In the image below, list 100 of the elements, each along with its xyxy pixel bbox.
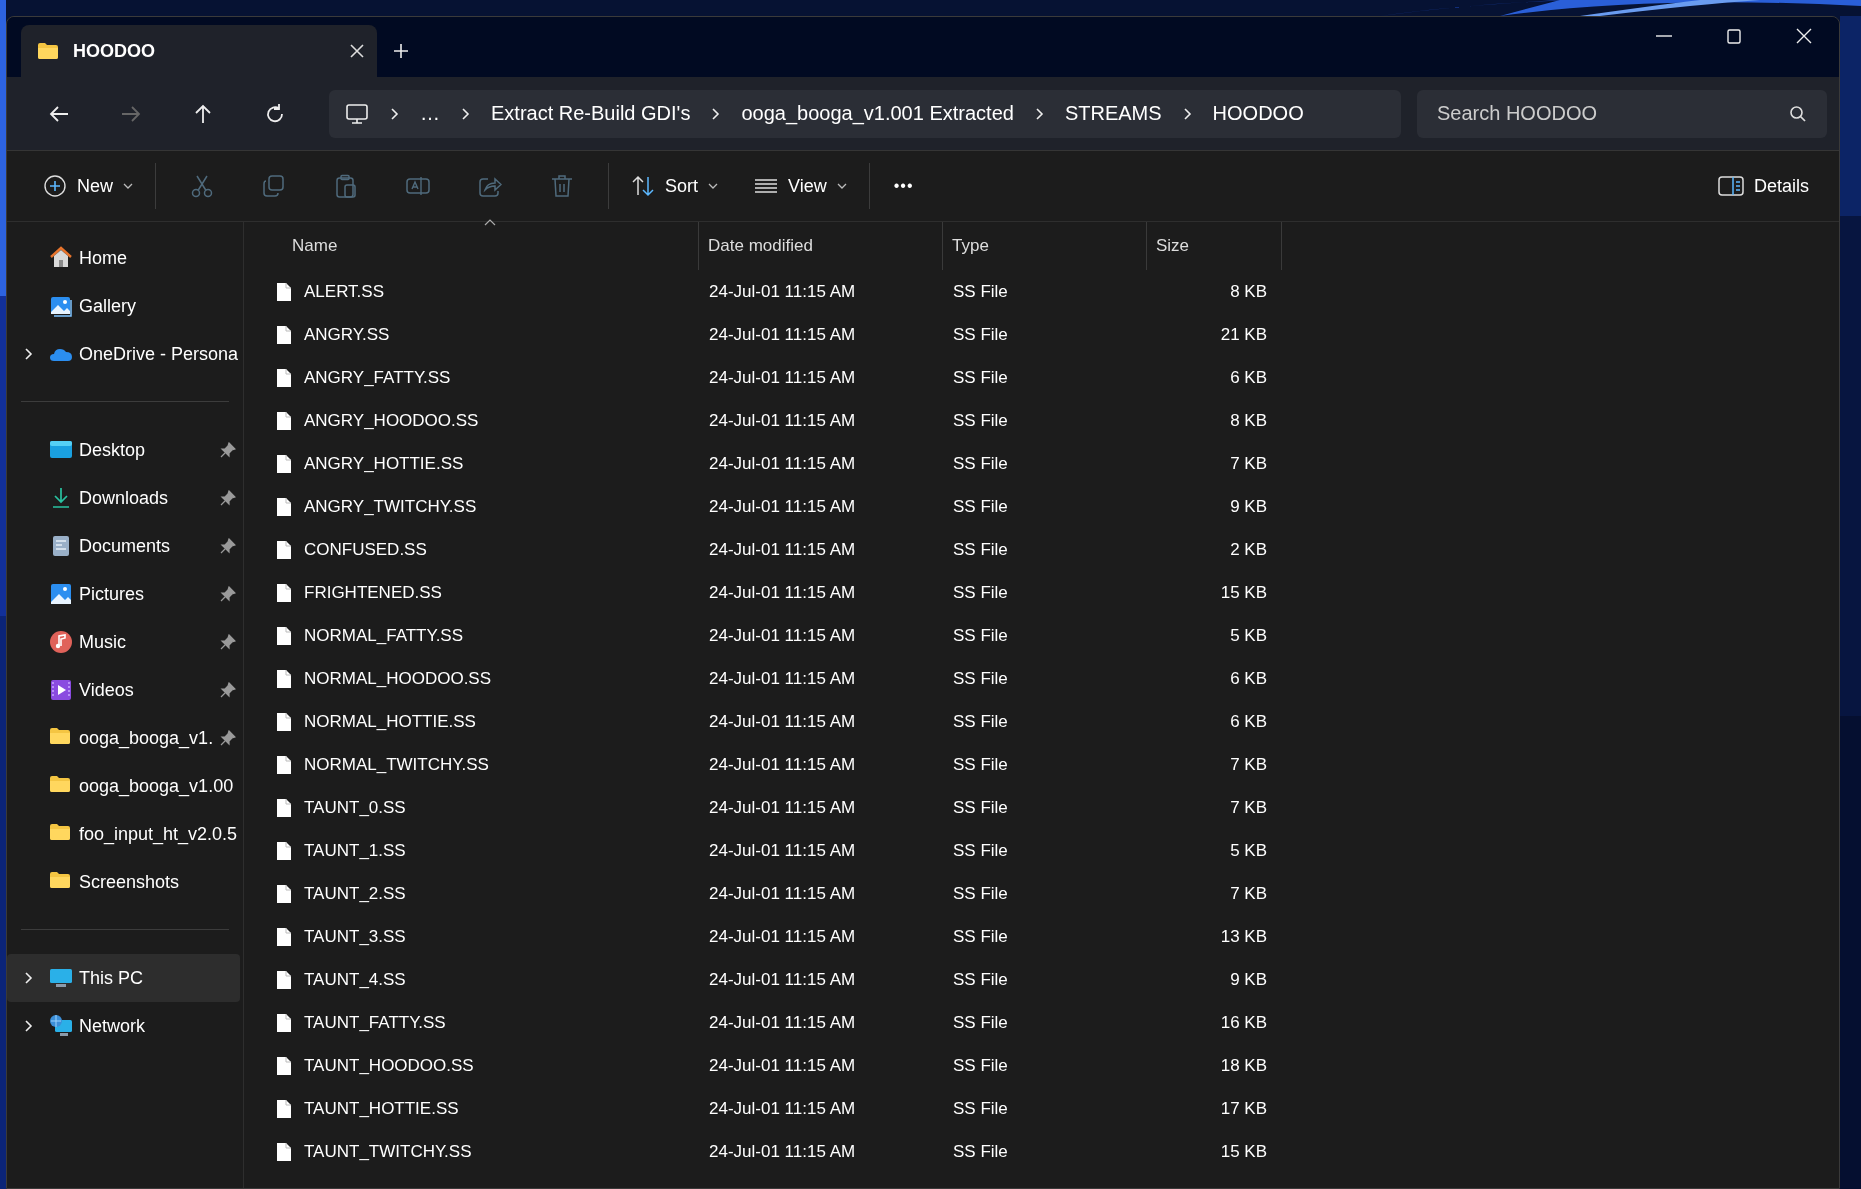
sidebar-item[interactable]: Pictures — [7, 570, 240, 618]
file-icon — [276, 1141, 292, 1162]
table-cell-text: 15 KB — [1219, 1141, 1268, 1162]
file-name-cell[interactable]: ANGRY_HOODOO.SS — [244, 410, 699, 431]
sidebar-item[interactable]: Desktop — [7, 426, 240, 474]
file-name-cell[interactable]: TAUNT_2.SS — [244, 883, 699, 904]
table-cell-text: SS File — [952, 883, 1009, 904]
chevron-icon — [1181, 106, 1193, 121]
breadcrumb-item[interactable]: ooga_booga_v1.001 Extracted — [741, 102, 1014, 125]
chevron-icon — [389, 106, 400, 121]
table-cell-text: 15 KB — [1219, 582, 1268, 603]
table-cell-text: 13 KB — [1219, 926, 1268, 947]
file-icon — [276, 668, 292, 689]
network-icon — [49, 1014, 73, 1038]
chevron-icon — [1033, 106, 1045, 121]
sidebar-item[interactable]: ooga_booga_v1. — [7, 714, 240, 762]
file-name-cell[interactable]: ANGRY_TWITCHY.SS — [244, 496, 699, 517]
chevron-icon — [710, 106, 722, 121]
file-icon — [276, 926, 292, 947]
sort-button[interactable]: Sort — [619, 164, 731, 208]
file-icon — [276, 539, 292, 560]
sidebar-item[interactable]: This PC — [7, 954, 240, 1002]
table-cell-text: SS File — [952, 711, 1009, 732]
file-name-cell[interactable]: TAUNT_1.SS — [244, 840, 699, 861]
sidebar-item[interactable]: Downloads — [7, 474, 240, 522]
sidebar-item[interactable]: OneDrive - Persona — [7, 330, 240, 378]
table-cell-text: 24-Jul-01 11:15 AM — [708, 797, 857, 818]
sidebar-item[interactable]: Network — [7, 1002, 240, 1050]
table-cell-text: SS File — [952, 1055, 1009, 1076]
column-header[interactable]: Name — [244, 222, 699, 270]
table-cell-text: 7 KB — [1229, 453, 1268, 474]
more-button[interactable]: ••• — [879, 164, 928, 208]
table-cell-text: 24-Jul-01 11:15 AM — [708, 754, 857, 775]
file-name-cell[interactable]: ANGRY_HOTTIE.SS — [244, 453, 699, 474]
table-cell-text: 17 KB — [1219, 1098, 1268, 1119]
view-button[interactable]: View — [742, 164, 859, 208]
file-name-cell[interactable]: ANGRY.SS — [244, 324, 699, 345]
details-button[interactable]: Details — [1705, 164, 1821, 208]
file-name-cell[interactable]: TAUNT_3.SS — [244, 926, 699, 947]
column-header[interactable]: Size — [1147, 222, 1282, 270]
table-cell-text: 24-Jul-01 11:15 AM — [708, 367, 857, 388]
file-icon — [276, 281, 292, 302]
sidebar-item[interactable]: foo_input_ht_v2.0.5 — [7, 810, 240, 858]
file-name-cell[interactable]: CONFUSED.SS — [244, 539, 699, 560]
table-cell-text: 21 KB — [1219, 324, 1268, 345]
minimize-icon — [1656, 35, 1672, 37]
breadcrumb-item[interactable]: Extract Re-Build GDI's — [491, 102, 691, 125]
sidebar-item[interactable]: Videos — [7, 666, 240, 714]
column-header[interactable]: Date modified — [699, 222, 943, 270]
table-cell-text: SS File — [952, 1098, 1009, 1119]
plus-icon — [393, 43, 409, 59]
sidebar-item[interactable]: Documents — [7, 522, 240, 570]
table-cell-text: 6 KB — [1229, 367, 1268, 388]
file-icon — [276, 969, 292, 990]
breadcrumb-item[interactable]: STREAMS — [1064, 102, 1162, 125]
file-name-cell[interactable]: TAUNT_HOODOO.SS — [244, 1055, 699, 1076]
table-cell-text: 9 KB — [1229, 969, 1268, 990]
file-icon — [276, 1012, 292, 1033]
file-icon — [276, 1055, 292, 1076]
table-cell-text: 24-Jul-01 11:15 AM — [708, 969, 857, 990]
table-cell-text: 24-Jul-01 11:15 AM — [708, 1098, 857, 1119]
chevron-icon — [460, 106, 471, 121]
table-cell-text: SS File — [952, 281, 1009, 302]
new-button[interactable]: New — [31, 164, 145, 208]
file-icon — [276, 754, 292, 775]
plus-circle-icon — [43, 174, 67, 198]
close-tab-button[interactable] — [349, 43, 365, 59]
sidebar-item[interactable]: ooga_booga_v1.00 — [7, 762, 240, 810]
file-name-cell[interactable]: NORMAL_FATTY.SS — [244, 625, 699, 646]
file-name-cell[interactable]: ANGRY_FATTY.SS — [244, 367, 699, 388]
caret-icon — [708, 182, 719, 190]
file-name-cell[interactable]: TAUNT_4.SS — [244, 969, 699, 990]
file-name-cell[interactable]: NORMAL_HOTTIE.SS — [244, 711, 699, 732]
caret-icon — [123, 182, 133, 190]
file-name-cell[interactable]: TAUNT_TWITCHY.SS — [244, 1141, 699, 1162]
file-name-cell[interactable]: ALERT.SS — [244, 281, 699, 302]
file-name-cell[interactable]: TAUNT_HOTTIE.SS — [244, 1098, 699, 1119]
table-cell-text: 24-Jul-01 11:15 AM — [708, 1141, 857, 1162]
sidebar-item[interactable]: Screenshots — [7, 858, 240, 906]
file-name-cell[interactable]: NORMAL_HOODOO.SS — [244, 668, 699, 689]
sidebar-item[interactable]: Home — [7, 234, 240, 282]
file-name-cell[interactable]: TAUNT_0.SS — [244, 797, 699, 818]
column-header[interactable]: Type — [943, 222, 1147, 270]
sidebar-item[interactable]: Music — [7, 618, 240, 666]
home-icon — [49, 246, 73, 270]
file-name-cell[interactable]: TAUNT_FATTY.SS — [244, 1012, 699, 1033]
table-cell-text: SS File — [952, 367, 1009, 388]
table-cell-text: 8 KB — [1229, 410, 1268, 431]
clipboard-icon — [334, 174, 358, 198]
table-cell-text: 24-Jul-01 11:15 AM — [708, 539, 857, 560]
breadcrumb-item[interactable]: HOODOO — [1212, 102, 1304, 125]
search-field[interactable]: Search HOODOO — [1417, 89, 1827, 138]
table-cell-text: SS File — [952, 496, 1009, 517]
sidebar-item[interactable]: Gallery — [7, 282, 240, 330]
file-name-cell[interactable]: NORMAL_TWITCHY.SS — [244, 754, 699, 775]
breadcrumb-item[interactable]: … — [420, 102, 440, 125]
file-name-cell[interactable]: FRIGHTENED.SS — [244, 582, 699, 603]
address-bar[interactable]: … Extract Re-Build GDI's ooga_booga_v1.001 Extracted STREAMS HOODOO — [329, 89, 1401, 138]
window-tab[interactable]: HOODOO — [21, 25, 377, 77]
sort-icon — [631, 175, 655, 197]
